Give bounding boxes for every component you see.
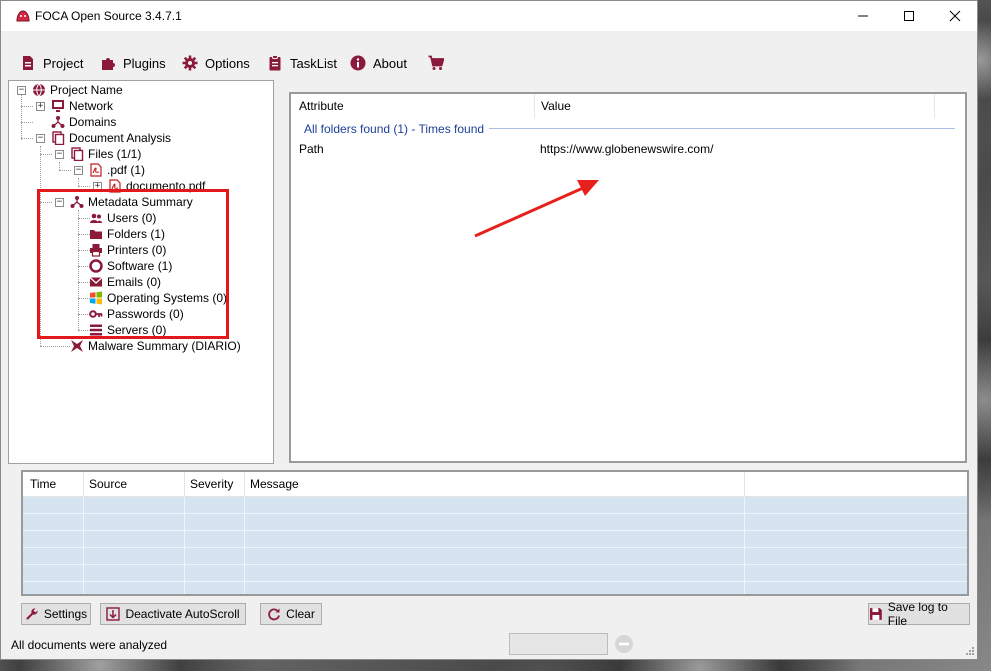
tree-collapse-toggle[interactable]: − bbox=[17, 86, 26, 95]
scroll-down-icon bbox=[106, 607, 121, 621]
menu-bar: Project Plugins Options TaskList About bbox=[1, 51, 977, 75]
group-divider bbox=[489, 128, 955, 129]
tree-collapse-toggle[interactable]: − bbox=[36, 134, 45, 143]
close-icon bbox=[949, 10, 961, 22]
group-header[interactable]: All folders found (1) - Times found bbox=[304, 122, 484, 136]
puzzle-icon bbox=[102, 58, 115, 70]
info-icon bbox=[350, 55, 366, 71]
stop-icon[interactable] bbox=[614, 634, 634, 654]
tree-item-document-analysis[interactable]: Document Analysis bbox=[50, 130, 171, 146]
deactivate-autoscroll-button[interactable]: Deactivate AutoScroll bbox=[100, 603, 246, 625]
menu-tasklist-label: TaskList bbox=[290, 55, 337, 71]
gear-icon bbox=[182, 55, 198, 71]
column-time[interactable]: Time bbox=[30, 472, 85, 496]
log-header: Time Source Severity Message bbox=[23, 472, 967, 497]
clear-label: Clear bbox=[286, 607, 315, 621]
log-row[interactable] bbox=[23, 531, 967, 548]
tree-label: Domains bbox=[69, 115, 117, 129]
document-icon bbox=[23, 56, 33, 70]
column-message[interactable]: Message bbox=[250, 472, 750, 496]
tree-item-malware-summary[interactable]: Malware Summary (DIARIO) bbox=[69, 338, 241, 354]
globe-icon bbox=[31, 82, 47, 98]
tree-label: Files (1/1) bbox=[88, 147, 142, 161]
row-value[interactable]: https://www.globenewswire.com/ bbox=[540, 142, 713, 156]
column-severity[interactable]: Severity bbox=[190, 472, 245, 496]
documents-icon bbox=[50, 130, 66, 146]
tree-collapse-toggle[interactable]: − bbox=[55, 150, 64, 159]
malware-icon bbox=[69, 338, 85, 354]
settings-label: Settings bbox=[43, 607, 88, 621]
tree-label: .pdf (1) bbox=[107, 163, 146, 177]
tree-label: Project Name bbox=[50, 83, 123, 97]
menu-about[interactable]: About bbox=[350, 51, 407, 75]
progress-bar bbox=[509, 633, 608, 655]
menu-plugins-label: Plugins bbox=[123, 55, 166, 71]
menu-project-label: Project bbox=[43, 55, 84, 71]
tree-item-files[interactable]: Files (1/1) bbox=[69, 146, 141, 162]
maximize-button[interactable] bbox=[886, 1, 932, 31]
tree-item-project-root[interactable]: Project Name bbox=[31, 82, 123, 98]
clipboard-icon bbox=[269, 55, 281, 71]
log-row[interactable] bbox=[23, 548, 967, 565]
log-row[interactable] bbox=[23, 565, 967, 582]
column-value[interactable]: Value bbox=[541, 94, 931, 118]
window-title: FOCA Open Source 3.4.7.1 bbox=[35, 9, 182, 23]
row-attribute[interactable]: Path bbox=[299, 142, 324, 156]
status-text: All documents were analyzed bbox=[11, 638, 168, 652]
details-list[interactable]: Attribute Value All folders found (1) - … bbox=[289, 92, 967, 463]
settings-button[interactable]: Settings bbox=[21, 603, 91, 625]
documents-icon bbox=[69, 146, 85, 162]
close-button[interactable] bbox=[932, 1, 978, 31]
clear-button[interactable]: Clear bbox=[260, 603, 322, 625]
tree-label: Malware Summary (DIARIO) bbox=[88, 339, 241, 353]
foca-window: FOCA Open Source 3.4.7.1 Project Plugins… bbox=[0, 0, 978, 660]
title-bar: FOCA Open Source 3.4.7.1 bbox=[1, 1, 977, 31]
tree-collapse-toggle[interactable]: − bbox=[74, 166, 83, 175]
menu-project[interactable]: Project bbox=[20, 51, 83, 75]
menu-plugins[interactable]: Plugins bbox=[100, 51, 166, 75]
log-row[interactable] bbox=[23, 514, 967, 531]
pdf-icon bbox=[88, 162, 104, 178]
menu-cart[interactable] bbox=[428, 51, 451, 75]
tree-item-pdf[interactable]: .pdf (1) bbox=[88, 162, 145, 178]
refresh-icon bbox=[268, 608, 281, 621]
tree-label: Document Analysis bbox=[69, 131, 172, 145]
tree-expand-toggle[interactable]: + bbox=[36, 102, 45, 111]
tree-item-network[interactable]: Network bbox=[50, 98, 113, 114]
monitor-icon bbox=[50, 98, 66, 114]
log-row[interactable] bbox=[23, 582, 967, 594]
cart-icon bbox=[428, 55, 444, 70]
arrow-annotation bbox=[474, 180, 599, 238]
save-log-label: Save log to File bbox=[887, 600, 948, 628]
column-attribute[interactable]: Attribute bbox=[299, 94, 535, 118]
foca-logo-icon bbox=[16, 10, 30, 22]
minimize-icon bbox=[858, 15, 868, 17]
tree-label: Network bbox=[69, 99, 114, 113]
deactivate-autoscroll-label: Deactivate AutoScroll bbox=[125, 607, 240, 621]
menu-about-label: About bbox=[373, 55, 407, 71]
tree-item-domains[interactable]: Domains bbox=[50, 114, 116, 130]
status-bar: All documents were analyzed bbox=[1, 632, 977, 659]
menu-options[interactable]: Options bbox=[182, 51, 250, 75]
log-row[interactable] bbox=[23, 497, 967, 514]
save-log-button[interactable]: Save log to File bbox=[868, 600, 970, 628]
minimize-button[interactable] bbox=[840, 1, 886, 31]
column-source[interactable]: Source bbox=[89, 472, 184, 496]
floppy-disk-icon bbox=[869, 608, 882, 620]
resize-grip-icon[interactable] bbox=[963, 646, 975, 658]
wrench-icon bbox=[26, 608, 38, 620]
log-list[interactable]: Time Source Severity Message bbox=[21, 470, 969, 596]
menu-tasklist[interactable]: TaskList bbox=[267, 51, 337, 75]
highlight-annotation bbox=[37, 189, 229, 339]
network-nodes-icon bbox=[50, 114, 66, 130]
maximize-icon bbox=[904, 11, 914, 21]
menu-options-label: Options bbox=[205, 55, 250, 71]
panel-splitter[interactable] bbox=[276, 80, 279, 464]
